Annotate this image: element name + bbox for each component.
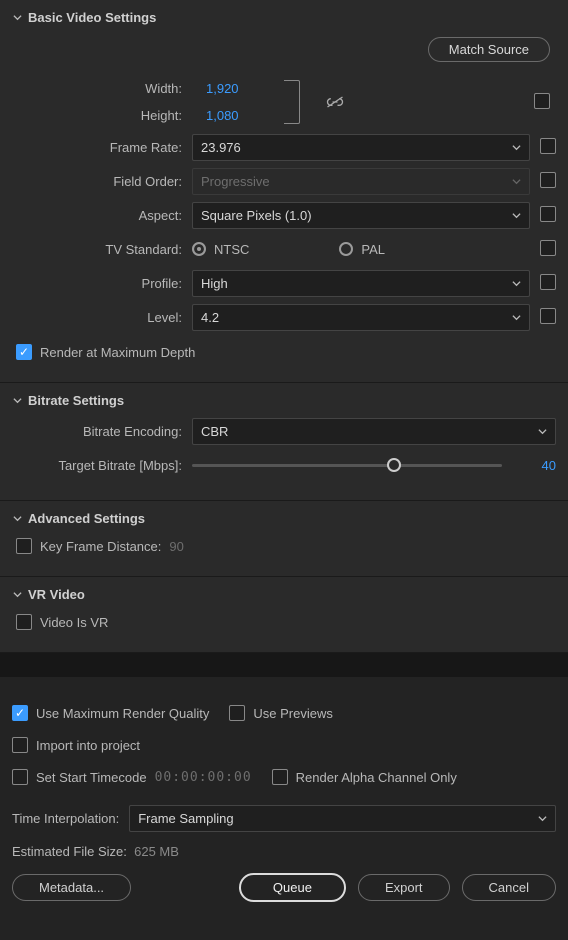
radio-circle-icon bbox=[339, 242, 353, 256]
profile-label: Profile: bbox=[12, 276, 182, 291]
time-interp-label: Time Interpolation: bbox=[12, 811, 119, 826]
tv-standard-label: TV Standard: bbox=[12, 242, 182, 257]
level-select[interactable]: 4.2 bbox=[192, 304, 530, 331]
render-max-depth-check[interactable] bbox=[16, 344, 32, 360]
render-alpha-label: Render Alpha Channel Only bbox=[296, 770, 457, 785]
cancel-button[interactable]: Cancel bbox=[462, 874, 556, 901]
chevron-down-icon bbox=[538, 424, 547, 439]
import-project-check[interactable] bbox=[12, 737, 28, 753]
aspect-label: Aspect: bbox=[12, 208, 182, 223]
chevron-down-icon bbox=[12, 13, 22, 23]
chevron-down-icon bbox=[512, 208, 521, 223]
video-is-vr-check[interactable] bbox=[16, 614, 32, 630]
tv-ntsc-radio[interactable]: NTSC bbox=[192, 242, 249, 257]
target-bitrate-slider[interactable] bbox=[192, 464, 502, 467]
section-bitrate-title: Bitrate Settings bbox=[28, 393, 124, 408]
bitrate-encoding-label: Bitrate Encoding: bbox=[12, 424, 182, 439]
level-label: Level: bbox=[12, 310, 182, 325]
profile-select[interactable]: High bbox=[192, 270, 530, 297]
section-advanced-title: Advanced Settings bbox=[28, 511, 145, 526]
width-label: Width: bbox=[145, 81, 182, 96]
frame-rate-match-check[interactable] bbox=[540, 138, 556, 154]
bitrate-encoding-select[interactable]: CBR bbox=[192, 418, 556, 445]
field-order-label: Field Order: bbox=[12, 174, 182, 189]
field-order-select: Progressive bbox=[192, 168, 530, 195]
tv-pal-radio[interactable]: PAL bbox=[339, 242, 385, 257]
section-vr-title: VR Video bbox=[28, 587, 85, 602]
export-button[interactable]: Export bbox=[358, 874, 450, 901]
level-match-check[interactable] bbox=[540, 308, 556, 324]
section-basic-title: Basic Video Settings bbox=[28, 10, 156, 25]
section-bitrate-header[interactable]: Bitrate Settings bbox=[12, 387, 556, 414]
dimensions-match-check[interactable] bbox=[534, 93, 550, 109]
chevron-down-icon bbox=[538, 811, 547, 826]
match-source-button[interactable]: Match Source bbox=[428, 37, 550, 62]
chevron-down-icon bbox=[12, 514, 22, 524]
import-project-label: Import into project bbox=[36, 738, 140, 753]
metadata-button[interactable]: Metadata... bbox=[12, 874, 131, 901]
slider-thumb[interactable] bbox=[387, 458, 401, 472]
target-bitrate-value[interactable]: 40 bbox=[516, 458, 556, 473]
aspect-match-check[interactable] bbox=[540, 206, 556, 222]
link-disabled-icon[interactable] bbox=[324, 91, 346, 113]
profile-match-check[interactable] bbox=[540, 274, 556, 290]
render-max-depth-label: Render at Maximum Depth bbox=[40, 345, 195, 360]
time-interp-select[interactable]: Frame Sampling bbox=[129, 805, 556, 832]
use-previews-check[interactable] bbox=[229, 705, 245, 721]
link-bracket bbox=[284, 80, 300, 124]
keyframe-distance-value: 90 bbox=[169, 539, 183, 554]
keyframe-distance-check[interactable] bbox=[16, 538, 32, 554]
render-alpha-check[interactable] bbox=[272, 769, 288, 785]
height-value[interactable]: 1,080 bbox=[206, 108, 256, 123]
video-is-vr-label: Video Is VR bbox=[40, 615, 108, 630]
chevron-down-icon bbox=[512, 310, 521, 325]
section-vr-header[interactable]: VR Video bbox=[12, 581, 556, 608]
frame-rate-select[interactable]: 23.976 bbox=[192, 134, 530, 161]
max-render-quality-label: Use Maximum Render Quality bbox=[36, 706, 209, 721]
tv-standard-match-check[interactable] bbox=[540, 240, 556, 256]
chevron-down-icon bbox=[12, 396, 22, 406]
target-bitrate-label: Target Bitrate [Mbps]: bbox=[12, 458, 182, 473]
set-start-tc-label: Set Start Timecode bbox=[36, 770, 147, 785]
frame-rate-label: Frame Rate: bbox=[12, 140, 182, 155]
width-value[interactable]: 1,920 bbox=[206, 81, 256, 96]
est-size-label: Estimated File Size: bbox=[12, 844, 127, 859]
set-start-tc-check[interactable] bbox=[12, 769, 28, 785]
radio-circle-icon bbox=[192, 242, 206, 256]
aspect-select[interactable]: Square Pixels (1.0) bbox=[192, 202, 530, 229]
chevron-down-icon bbox=[512, 174, 521, 189]
use-previews-label: Use Previews bbox=[253, 706, 332, 721]
section-advanced-header[interactable]: Advanced Settings bbox=[12, 505, 556, 532]
chevron-down-icon bbox=[512, 140, 521, 155]
chevron-down-icon bbox=[512, 276, 521, 291]
field-order-match-check[interactable] bbox=[540, 172, 556, 188]
chevron-down-icon bbox=[12, 590, 22, 600]
keyframe-distance-label: Key Frame Distance: bbox=[40, 539, 161, 554]
start-timecode-value: 00:00:00:00 bbox=[155, 770, 252, 785]
queue-button[interactable]: Queue bbox=[239, 873, 346, 902]
height-label: Height: bbox=[141, 108, 182, 123]
est-size-value: 625 MB bbox=[134, 844, 179, 859]
section-basic-header[interactable]: Basic Video Settings bbox=[12, 4, 556, 31]
max-render-quality-check[interactable] bbox=[12, 705, 28, 721]
